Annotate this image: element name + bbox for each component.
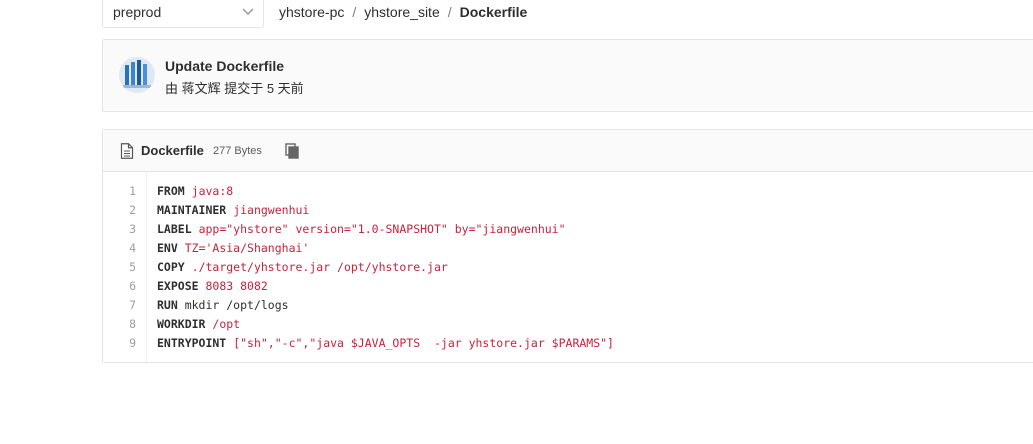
breadcrumb: yhstore-pc / yhstore_site / Dockerfile bbox=[279, 4, 527, 20]
code-keyword: WORKDIR bbox=[157, 317, 206, 331]
code-string: jiangwenhui bbox=[233, 203, 310, 217]
code-line: ENV TZ='Asia/Shanghai' bbox=[157, 239, 309, 258]
code-string: ["sh","-c","java $JAVA_OPTS -jar yhstore… bbox=[233, 336, 614, 350]
code-string: ./target/yhstore.jar /opt/yhstore.jar bbox=[191, 260, 448, 274]
line-number-gutter: 123456789 bbox=[103, 172, 147, 362]
line-number[interactable]: 6 bbox=[129, 277, 136, 296]
file-name: Dockerfile bbox=[141, 143, 204, 158]
chevron-down-icon bbox=[242, 8, 254, 16]
code-keyword: LABEL bbox=[157, 222, 192, 236]
breadcrumb-separator: / bbox=[352, 4, 357, 20]
commit-title-link[interactable]: Update Dockerfile bbox=[165, 58, 284, 74]
code-line: COPY ./target/yhstore.jar /opt/yhstore.j… bbox=[157, 258, 448, 277]
code-keyword: ENTRYPOINT bbox=[157, 336, 227, 350]
code-keyword: EXPOSE bbox=[157, 279, 199, 293]
code-line: LABEL app="yhstore" version="1.0-SNAPSHO… bbox=[157, 220, 566, 239]
line-number[interactable]: 3 bbox=[129, 220, 136, 239]
code-string: 8083 8082 bbox=[205, 279, 268, 293]
file-viewer: Dockerfile 277 Bytes 123456789 FROM java… bbox=[102, 129, 1033, 363]
code-line: ENTRYPOINT ["sh","-c","java $JAVA_OPTS -… bbox=[157, 334, 614, 353]
code-string: java:8 bbox=[191, 184, 234, 198]
branch-select-value: preprod bbox=[113, 4, 162, 20]
line-number[interactable]: 1 bbox=[129, 182, 136, 201]
line-number[interactable]: 2 bbox=[129, 201, 136, 220]
code-string: TZ='Asia/Shanghai' bbox=[184, 241, 310, 255]
code-text: mkdir /opt/logs bbox=[177, 298, 289, 312]
avatar[interactable] bbox=[119, 57, 155, 93]
last-commit-panel: Update Dockerfile 由 蒋文辉 提交于 5 天前 bbox=[102, 39, 1033, 112]
file-icon bbox=[120, 143, 134, 159]
line-number[interactable]: 8 bbox=[129, 315, 136, 334]
branch-select[interactable]: preprod bbox=[102, 0, 264, 28]
copy-icon[interactable] bbox=[283, 142, 301, 160]
code-keyword: ENV bbox=[157, 241, 178, 255]
code-keyword: COPY bbox=[157, 260, 185, 274]
code-string: app="yhstore" version="1.0-SNAPSHOT" by=… bbox=[198, 222, 566, 236]
code-line: RUN mkdir /opt/logs bbox=[157, 296, 289, 315]
line-number[interactable]: 9 bbox=[129, 334, 136, 353]
breadcrumb-item-folder[interactable]: yhstore_site bbox=[364, 4, 439, 20]
code-keyword: FROM bbox=[157, 184, 185, 198]
file-header: Dockerfile 277 Bytes bbox=[103, 130, 1033, 172]
breadcrumb-current: Dockerfile bbox=[459, 4, 528, 20]
breadcrumb-item-project[interactable]: yhstore-pc bbox=[279, 4, 344, 20]
code-line: EXPOSE 8083 8082 bbox=[157, 277, 268, 296]
code-line: WORKDIR /opt bbox=[157, 315, 240, 334]
code-string: /opt bbox=[212, 317, 241, 331]
code-line: MAINTAINER jiangwenhui bbox=[157, 201, 309, 220]
line-number[interactable]: 4 bbox=[129, 239, 136, 258]
code-keyword: MAINTAINER bbox=[157, 203, 227, 217]
code-keyword: RUN bbox=[157, 298, 178, 312]
file-size: 277 Bytes bbox=[213, 145, 262, 157]
commit-meta: 由 蒋文辉 提交于 5 天前 bbox=[165, 81, 304, 96]
code-line: FROM java:8 bbox=[157, 182, 233, 201]
line-number[interactable]: 5 bbox=[129, 258, 136, 277]
breadcrumb-separator: / bbox=[447, 4, 452, 20]
line-number[interactable]: 7 bbox=[129, 296, 136, 315]
